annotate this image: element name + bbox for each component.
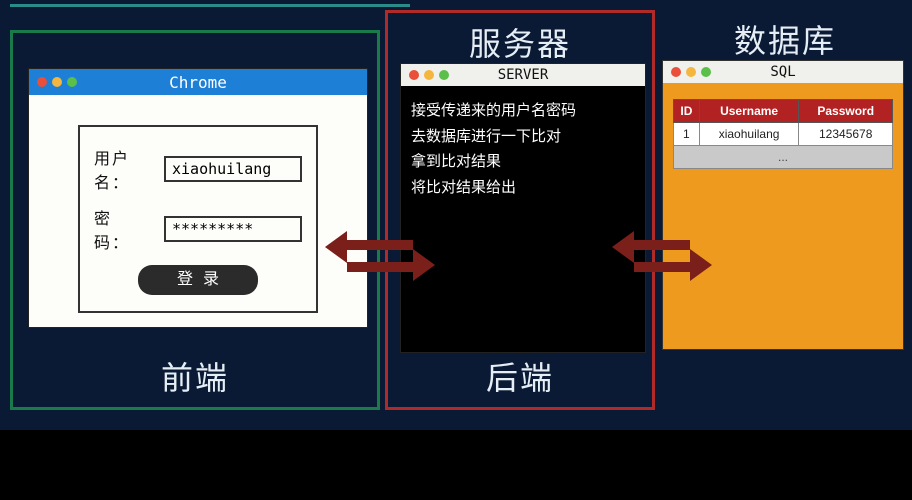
- login-form: 用户名： xiaohuilang 密 码： ********* 登录: [78, 125, 318, 313]
- frontend-section: Chrome 用户名： xiaohuilang 密 码： ********* 登…: [10, 30, 380, 410]
- backend-section: 服务器 SERVER 接受传递来的用户名密码 去数据库进行一下比对 拿到比对结果…: [385, 10, 655, 410]
- browser-window: Chrome 用户名： xiaohuilang 密 码： ********* 登…: [28, 68, 368, 328]
- login-button[interactable]: 登录: [138, 265, 258, 295]
- username-label: 用户名：: [94, 145, 164, 193]
- accent-line: [10, 4, 410, 7]
- table-header-row: ID Username Password: [674, 100, 893, 123]
- database-body: ID Username Password 1 xiaohuilang 12345…: [663, 83, 903, 185]
- server-line: 去数据库进行一下比对: [411, 124, 635, 150]
- database-window: SQL ID Username Password 1 xiaohuilang 1…: [662, 60, 904, 350]
- server-body: 接受传递来的用户名密码 去数据库进行一下比对 拿到比对结果 将比对结果给出: [401, 86, 645, 212]
- diagram-stage: Chrome 用户名： xiaohuilang 密 码： ********* 登…: [0, 10, 912, 430]
- bidirectional-arrow-icon: [612, 235, 712, 279]
- server-line: 拿到比对结果: [411, 149, 635, 175]
- password-label: 密 码：: [94, 205, 164, 253]
- col-username: Username: [699, 100, 799, 123]
- username-row: 用户名： xiaohuilang: [94, 145, 302, 193]
- server-line: 接受传递来的用户名密码: [411, 98, 635, 124]
- server-titlebar: SERVER: [401, 64, 645, 86]
- server-window: SERVER 接受传递来的用户名密码 去数据库进行一下比对 拿到比对结果 将比对…: [400, 63, 646, 353]
- cell-password: 12345678: [799, 123, 893, 146]
- database-titlebar: SQL: [663, 61, 903, 83]
- col-password: Password: [799, 100, 893, 123]
- col-id: ID: [674, 100, 700, 123]
- username-input[interactable]: xiaohuilang: [164, 156, 302, 182]
- password-input[interactable]: *********: [164, 216, 302, 242]
- database-title: 数据库: [670, 16, 900, 62]
- browser-title: Chrome: [29, 73, 367, 92]
- table-row-more: ...: [674, 146, 893, 169]
- table-row: 1 xiaohuilang 12345678: [674, 123, 893, 146]
- password-row: 密 码： *********: [94, 205, 302, 253]
- server-window-title: SERVER: [401, 67, 645, 83]
- cell-id: 1: [674, 123, 700, 146]
- cell-username: xiaohuilang: [699, 123, 799, 146]
- server-line: 将比对结果给出: [411, 175, 635, 201]
- frontend-title: 前端: [13, 353, 377, 399]
- cell-more: ...: [674, 146, 893, 169]
- sql-table: ID Username Password 1 xiaohuilang 12345…: [673, 99, 893, 169]
- browser-titlebar: Chrome: [29, 69, 367, 95]
- backend-title: 后端: [388, 353, 652, 399]
- footer-bar: [0, 430, 912, 500]
- server-title: 服务器: [388, 19, 652, 65]
- bidirectional-arrow-icon: [325, 235, 435, 279]
- database-window-title: SQL: [663, 64, 903, 80]
